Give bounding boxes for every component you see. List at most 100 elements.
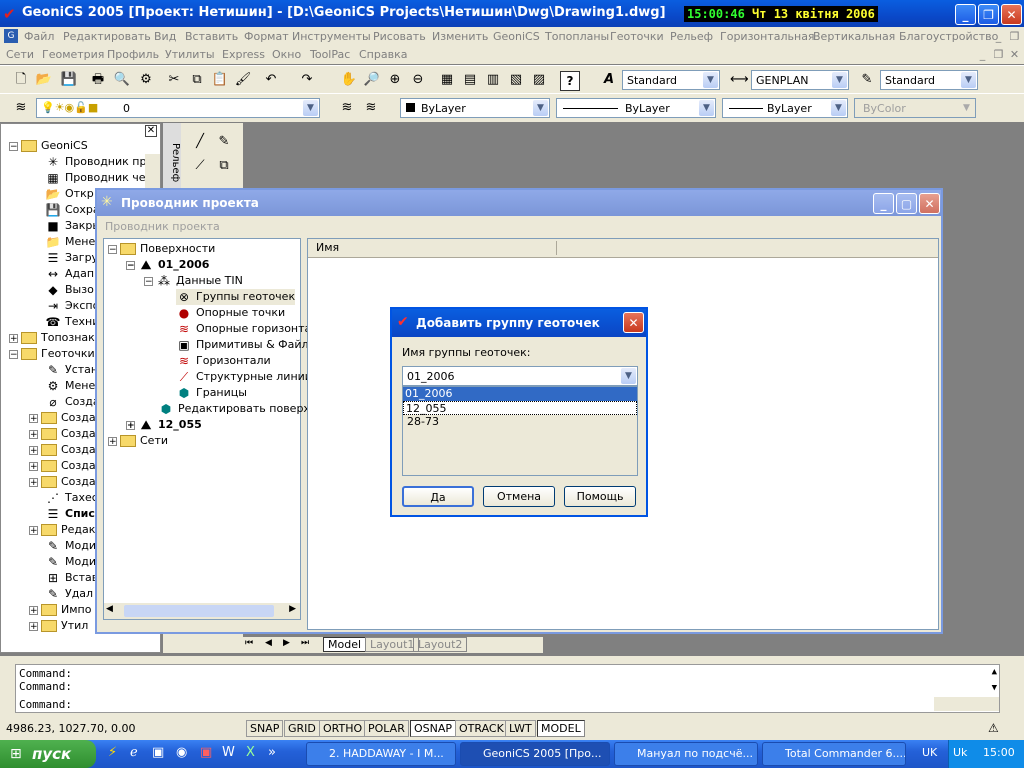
menu-draw[interactable]: Рисовать	[373, 30, 426, 43]
task-manual[interactable]: Мануал по подсчё...	[614, 742, 758, 766]
column-header-name[interactable]: Имя	[316, 241, 339, 254]
open-folder-icon[interactable]: 📂	[35, 71, 53, 89]
menu-window[interactable]: Окно	[272, 48, 301, 61]
paste-icon[interactable]: 📋	[211, 71, 229, 89]
desktop-icon[interactable]: ▣	[152, 745, 164, 760]
tab-first-icon[interactable]: ⏮	[245, 638, 253, 648]
publish-icon[interactable]: ⚙	[137, 71, 155, 89]
layer-select[interactable]: 💡☀◉🔓■ 0 ▼	[36, 98, 320, 118]
copy-icon[interactable]: ⧉	[188, 71, 206, 89]
menu-file[interactable]: Файл	[24, 30, 54, 43]
polyline-icon[interactable]: ⟋	[191, 157, 209, 175]
scroll-up-icon[interactable]: ▲	[992, 667, 997, 677]
collapse-icon[interactable]: −	[108, 244, 117, 254]
scroll-thumb[interactable]	[124, 605, 274, 617]
redo-icon[interactable]: ↷	[298, 71, 316, 89]
tab-layout1[interactable]: Layout1	[365, 637, 420, 652]
ok-button[interactable]: Да	[402, 486, 474, 507]
layer-previous-icon[interactable]: ≋	[362, 99, 380, 117]
tree-item-primitives-files[interactable]: ▣ Примитивы & Файлы	[176, 337, 317, 353]
mdi-restore-icon[interactable]: ❐	[1008, 30, 1021, 43]
close-panel-icon[interactable]: ✕	[145, 125, 157, 137]
tray-settings-icon[interactable]: ⚠	[988, 721, 999, 735]
tree-node-nets[interactable]: + Сети	[108, 433, 168, 449]
tree-item[interactable]: ⋰ Тахес	[45, 490, 98, 506]
pan-icon[interactable]: ✋	[340, 71, 358, 89]
quicklaunch-icon[interactable]: ⚡	[108, 745, 117, 760]
text-style-select[interactable]: Standard ▼	[622, 70, 720, 90]
expand-icon[interactable]: +	[29, 621, 38, 631]
chevron-down-icon[interactable]: ▼	[621, 368, 636, 384]
tree-item[interactable]: ▦ Проводник черт	[45, 170, 159, 186]
tree-item[interactable]: 💾 Сохра	[45, 202, 100, 218]
mdi-minimize-icon[interactable]: _	[992, 30, 1005, 43]
mdi-min2-icon[interactable]: _	[976, 48, 989, 61]
menu-toolpac[interactable]: ToolPac	[310, 48, 350, 61]
undo-icon[interactable]: ↶	[262, 71, 280, 89]
color-select[interactable]: ByLayer ▼	[400, 98, 550, 118]
menu-horizontal[interactable]: Горизонтальная	[720, 30, 815, 43]
chevron-down-icon[interactable]: ▼	[961, 72, 976, 88]
tree-item[interactable]: + Импо	[29, 602, 91, 618]
designcenter-icon[interactable]: ▤	[461, 71, 479, 89]
chevron-down-icon[interactable]: ▼	[832, 72, 847, 88]
tree-node-topo[interactable]: + Топознак	[9, 330, 95, 346]
menu-express[interactable]: Express	[222, 48, 265, 61]
tab-model[interactable]: Model	[323, 637, 367, 652]
zoom-window-icon[interactable]: ⊕	[386, 71, 404, 89]
tree-item-boundaries[interactable]: ⬢ Границы	[176, 385, 247, 401]
menu-tools[interactable]: Инструменты	[292, 30, 371, 43]
tree-item-control-points[interactable]: ● Опорные точки	[176, 305, 285, 321]
minimize-button[interactable]: _	[955, 4, 976, 25]
dropdown-option[interactable]: 28-73	[403, 415, 637, 429]
tab-layout2[interactable]: Layout2	[413, 637, 468, 652]
media-icon[interactable]: ◉	[176, 745, 187, 760]
taskbar-overflow-icon[interactable]: »	[268, 745, 276, 760]
group-name-combo[interactable]: 01_2006 ▼	[402, 366, 638, 386]
preview-icon[interactable]: 🔍	[113, 71, 131, 89]
print-icon[interactable]: 🖶	[89, 71, 107, 89]
tree-item-point-groups[interactable]: ⊗ Группы геоточек	[176, 289, 296, 305]
tree-node-tin-data[interactable]: − ⁂ Данные TIN	[144, 273, 243, 289]
command-hscrollbar[interactable]	[934, 697, 999, 711]
make-current-layer-icon[interactable]: ≋	[338, 99, 356, 117]
tree-item[interactable]: ⊞ Встав	[45, 570, 98, 586]
dialog-close-button[interactable]: ✕	[623, 312, 644, 333]
language-indicator[interactable]: UK	[922, 746, 937, 759]
toolpalettes-icon[interactable]: ▥	[484, 71, 502, 89]
chevron-down-icon[interactable]: ▼	[533, 100, 548, 116]
tree-item-breaklines[interactable]: ⟋ Структурные линии	[176, 369, 312, 385]
tree-item[interactable]: + Созда	[29, 474, 96, 490]
tree-item[interactable]: ✎ Моди	[45, 538, 96, 554]
linetype-select[interactable]: ByLayer ▼	[556, 98, 716, 118]
cut-icon[interactable]: ✂	[165, 71, 183, 89]
menu-landscaping[interactable]: Благоустройство	[899, 30, 998, 43]
tree-node-surface-12-055[interactable]: + ⛰ 12_055	[126, 417, 202, 433]
sheetset-icon[interactable]: ▧	[507, 71, 525, 89]
app-icon[interactable]: ▣	[200, 745, 212, 760]
menu-vertical[interactable]: Вертикальная	[813, 30, 895, 43]
matchprop-icon[interactable]: 🖌	[234, 71, 252, 89]
markup-icon[interactable]: ▨	[530, 71, 548, 89]
tree-node-surface-01-2006[interactable]: − ⛰ 01_2006	[126, 257, 209, 273]
menu-view[interactable]: Вид	[154, 30, 176, 43]
tree-node-surfaces[interactable]: − Поверхности	[108, 241, 215, 257]
expand-icon[interactable]: +	[29, 477, 38, 487]
expand-icon[interactable]: +	[29, 413, 38, 423]
expand-icon[interactable]: +	[9, 333, 18, 343]
tree-item[interactable]: + Созда	[29, 442, 96, 458]
dropdown-option[interactable]: 12_055	[403, 401, 637, 415]
menu-modify[interactable]: Изменить	[432, 30, 488, 43]
tree-item[interactable]: ✎ Моди	[45, 554, 96, 570]
doc-icon[interactable]: G	[4, 29, 18, 43]
tree-item[interactable]: ✎ Удал	[45, 586, 93, 602]
tree-item[interactable]: + Созда	[29, 426, 96, 442]
word-icon[interactable]: W	[222, 745, 235, 760]
command-line[interactable]: Command: Command: Command: ▲ ▼	[15, 664, 1000, 713]
otrack-toggle[interactable]: OTRACK	[455, 720, 508, 737]
collapse-icon[interactable]: −	[126, 260, 135, 270]
help-button[interactable]: Помощь	[564, 486, 636, 507]
expand-icon[interactable]: +	[29, 461, 38, 471]
task-geonics[interactable]: GeoniCS 2005 [Про...	[460, 742, 610, 766]
pencil-icon[interactable]: ✎	[215, 133, 233, 151]
